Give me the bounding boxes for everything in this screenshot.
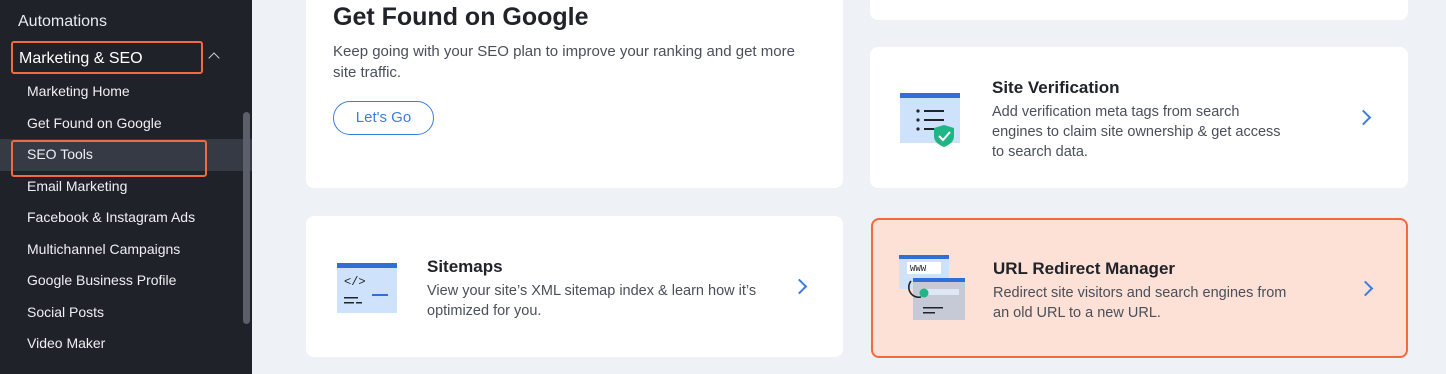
get-found-card: Get Found on Google Keep going with your…: [306, 0, 843, 188]
sidebar-items: Marketing Home Get Found on Google SEO T…: [0, 76, 252, 360]
sidebar-item-video-maker[interactable]: Video Maker: [0, 328, 252, 360]
sidebar-item-automations[interactable]: Automations: [18, 13, 107, 31]
sitemaps-illustration: </>: [337, 263, 397, 313]
sidebar-item-marketing-home[interactable]: Marketing Home: [0, 76, 252, 108]
sidebar-scrollbar[interactable]: [243, 112, 250, 324]
site-verification-card[interactable]: Site Verification Add verification meta …: [870, 47, 1408, 188]
url-redirect-card[interactable]: WWW URL Redirect Manager Redirect site v…: [871, 218, 1408, 358]
lets-go-button[interactable]: Let's Go: [333, 101, 434, 135]
url-redirect-illustration: WWW: [899, 255, 965, 320]
sidebar-item-google-business-profile[interactable]: Google Business Profile: [0, 265, 252, 297]
site-verification-description: Add verification meta tags from search e…: [992, 104, 1281, 160]
previous-tool-card[interactable]: [870, 0, 1408, 20]
url-redirect-www-glyph: WWW: [910, 264, 927, 274]
sitemaps-code-glyph: </>: [344, 275, 366, 289]
sidebar-item-social-posts[interactable]: Social Posts: [0, 297, 252, 329]
sitemaps-card[interactable]: </> Sitemaps View your site’s XML sitema…: [306, 216, 843, 357]
get-found-title: Get Found on Google: [333, 3, 589, 31]
sidebar: Automations Marketing & SEO Marketing Ho…: [0, 0, 252, 374]
sidebar-item-get-found-on-google[interactable]: Get Found on Google: [0, 108, 252, 140]
sidebar-item-seo-tools[interactable]: SEO Tools: [0, 139, 252, 177]
sidebar-item-facebook-instagram-ads[interactable]: Facebook & Instagram Ads: [0, 202, 252, 234]
sidebar-group-marketing-seo[interactable]: Marketing & SEO: [11, 41, 203, 74]
url-redirect-description: Redirect site visitors and search engine…: [993, 285, 1287, 321]
sidebar-group-label: Marketing & SEO: [19, 50, 143, 67]
site-verification-title: Site Verification: [992, 78, 1120, 97]
sitemaps-description: View your site’s XML sitemap index & lea…: [427, 283, 757, 319]
chevron-right-icon[interactable]: [791, 278, 808, 295]
chevron-up-icon[interactable]: [208, 52, 220, 64]
sidebar-item-email-marketing[interactable]: Email Marketing: [0, 171, 252, 203]
sidebar-item-multichannel-campaigns[interactable]: Multichannel Campaigns: [0, 234, 252, 266]
url-redirect-title: URL Redirect Manager: [993, 259, 1176, 278]
sitemaps-title: Sitemaps: [427, 257, 503, 276]
chevron-right-icon[interactable]: [1355, 109, 1372, 126]
get-found-description: Keep going with your SEO plan to improve…: [333, 43, 795, 81]
site-verification-illustration: [900, 93, 960, 147]
chevron-right-icon[interactable]: [1357, 280, 1374, 297]
